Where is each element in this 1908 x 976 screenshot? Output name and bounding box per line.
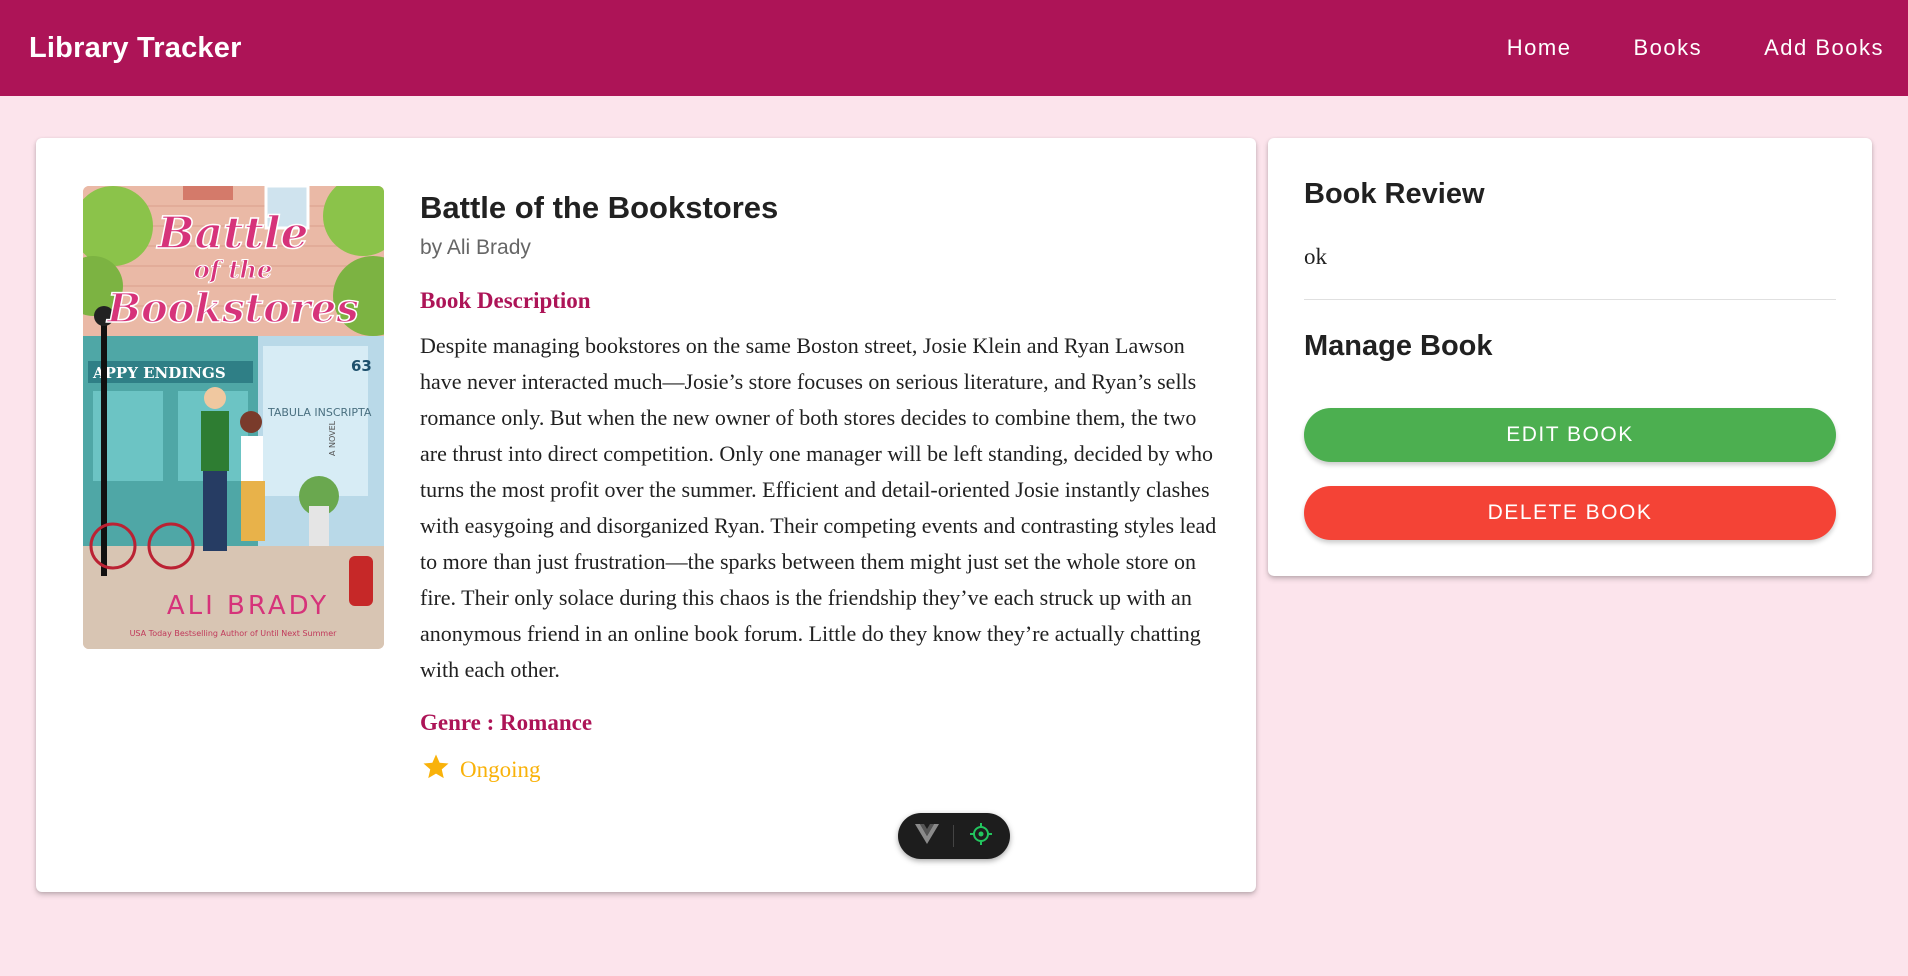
- cover-street-number: 63: [351, 357, 372, 375]
- cover-shop-sign: TABULA INSCRIPTA: [267, 406, 372, 419]
- review-text: ok: [1304, 244, 1327, 269]
- cover-tagline: USA Today Bestselling Author of Until Ne…: [130, 629, 338, 638]
- edit-book-button[interactable]: EDIT BOOK: [1304, 408, 1836, 462]
- review-manage-card: Book Review ok Manage Book EDIT BOOK DEL…: [1268, 138, 1872, 576]
- vue-logo-icon[interactable]: [915, 823, 940, 849]
- cover-title-line2: of the: [194, 255, 273, 284]
- cover-title-line3: Bookstores: [106, 285, 359, 332]
- main-nav: Home Books Add Books: [1476, 0, 1884, 96]
- target-icon[interactable]: [969, 822, 993, 851]
- delete-book-button[interactable]: DELETE BOOK: [1304, 486, 1836, 540]
- book-description: Despite managing bookstores on the same …: [420, 333, 1217, 683]
- cover-author: ALI BRADY: [167, 591, 329, 621]
- description-label: Book Description: [420, 288, 591, 314]
- book-cover-image: APPY ENDINGS TABULA INSCRIPTA 63 Battle …: [83, 186, 384, 649]
- cover-storefront-sign: APPY ENDINGS: [92, 364, 226, 382]
- book-status: Ongoing: [420, 752, 1220, 788]
- book-title: Battle of the Bookstores: [420, 190, 779, 225]
- nav-home[interactable]: Home: [1476, 0, 1603, 96]
- cover-title-line1: Battle: [155, 208, 308, 259]
- top-app-bar: Library Tracker Home Books Add Books: [0, 0, 1908, 96]
- nav-add-books[interactable]: Add Books: [1733, 0, 1884, 96]
- book-genre: Genre : Romance: [420, 710, 593, 736]
- star-icon: [420, 752, 452, 788]
- manage-heading: Manage Book: [1304, 330, 1493, 362]
- vue-devtools-pill[interactable]: [898, 813, 1010, 859]
- book-info: Battle of the Bookstores by Ali Brady Bo…: [420, 188, 1220, 788]
- book-author: by Ali Brady: [420, 236, 531, 260]
- book-details-card: APPY ENDINGS TABULA INSCRIPTA 63 Battle …: [36, 138, 1256, 892]
- cover-novel-label: A NOVEL: [328, 420, 337, 456]
- review-heading: Book Review: [1304, 178, 1485, 210]
- devtools-divider: [953, 825, 955, 847]
- status-label: Ongoing: [460, 757, 541, 783]
- section-divider: [1304, 299, 1836, 300]
- app-title[interactable]: Library Tracker: [29, 32, 242, 65]
- nav-books[interactable]: Books: [1602, 0, 1733, 96]
